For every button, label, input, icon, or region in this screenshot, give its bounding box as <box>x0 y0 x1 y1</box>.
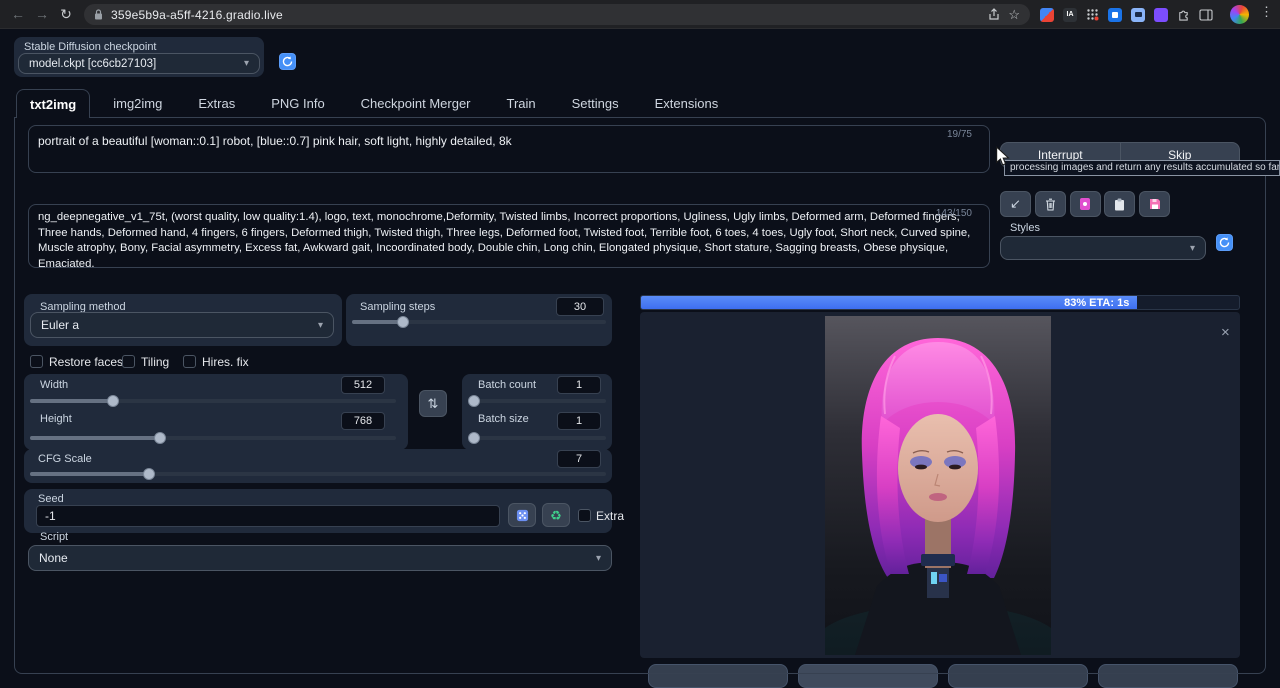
apps-grid-icon[interactable] <box>1086 8 1099 21</box>
extension-icon-1[interactable] <box>1040 8 1054 22</box>
checkpoint-value: model.ckpt [cc6cb27103] <box>29 58 156 70</box>
profile-avatar[interactable] <box>1230 5 1249 24</box>
tab-checkpoint-merger[interactable]: Checkpoint Merger <box>348 89 484 118</box>
share-icon[interactable] <box>988 8 1000 21</box>
browser-toolbar: ← → ↻ 359e5b9a-a5ff-4216.gradio.live ☆ I… <box>0 0 1280 29</box>
tab-settings[interactable]: Settings <box>559 89 632 118</box>
browser-menu-icon[interactable]: ⋮ <box>1260 4 1273 20</box>
browser-refresh-button[interactable]: ↻ <box>56 4 76 24</box>
tab-bar: txt2img img2img Extras PNG Info Checkpoi… <box>16 89 731 118</box>
refresh-icon <box>282 56 293 67</box>
tab-extras[interactable]: Extras <box>185 89 248 118</box>
cursor-pointer-icon <box>995 146 1010 172</box>
extension-icon-ia[interactable]: IA <box>1063 8 1077 22</box>
tooltip: processing images and return any results… <box>1004 160 1280 176</box>
extension-strip: IA <box>1040 4 1213 25</box>
lock-icon <box>94 9 103 20</box>
bookmark-star-icon[interactable]: ☆ <box>1008 8 1020 21</box>
txt2img-panel <box>14 117 1266 674</box>
checkpoint-dropdown[interactable]: model.ckpt [cc6cb27103] ▾ <box>18 53 260 74</box>
extensions-puzzle-icon[interactable] <box>1177 8 1190 21</box>
extension-icon-4[interactable] <box>1154 8 1168 22</box>
browser-back-button[interactable]: ← <box>8 4 28 24</box>
checkpoint-label: Stable Diffusion checkpoint <box>24 41 157 53</box>
extension-icon-2[interactable] <box>1108 8 1122 22</box>
address-bar[interactable]: 359e5b9a-a5ff-4216.gradio.live ☆ <box>84 4 1030 25</box>
checkpoint-refresh-button[interactable] <box>279 53 296 70</box>
browser-forward-button[interactable]: → <box>32 4 52 24</box>
tab-png-info[interactable]: PNG Info <box>258 89 337 118</box>
tab-train[interactable]: Train <box>494 89 549 118</box>
side-panel-icon[interactable] <box>1199 9 1213 21</box>
tab-txt2img[interactable]: txt2img <box>16 89 90 118</box>
tab-extensions[interactable]: Extensions <box>642 89 732 118</box>
chevron-down-icon: ▾ <box>244 58 249 69</box>
url-text[interactable]: 359e5b9a-a5ff-4216.gradio.live <box>111 8 283 22</box>
tab-img2img[interactable]: img2img <box>100 89 175 118</box>
extension-icon-3[interactable] <box>1131 8 1145 22</box>
